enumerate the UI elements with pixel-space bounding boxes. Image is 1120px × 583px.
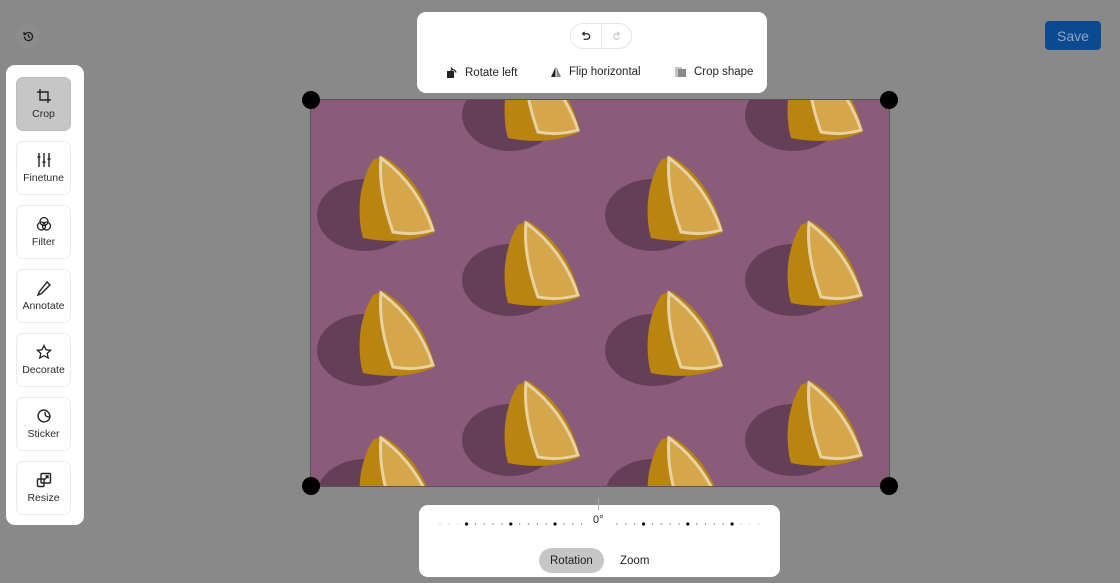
dial-tick [749, 523, 751, 525]
dial-tick [616, 523, 618, 525]
dial-tick [439, 523, 441, 525]
dial-tick [553, 522, 557, 526]
redo-icon [613, 30, 620, 40]
dial-tick [695, 523, 698, 525]
dial-tick [641, 522, 646, 526]
dial-tick [580, 523, 583, 525]
dial-tick [518, 523, 521, 525]
rotate-left-button[interactable]: Rotate left [446, 66, 517, 79]
sidebar-item-annotate[interactable]: Annotate [16, 269, 71, 323]
dial-tick [457, 523, 459, 525]
dial-tick [678, 523, 680, 525]
undo-redo-group [570, 23, 632, 49]
sidebar-item-sticker[interactable]: Sticker [16, 397, 71, 451]
dial-tick [757, 523, 760, 525]
dial-tick [740, 523, 742, 525]
flip-horizontal-button[interactable]: Flip horizontal [550, 66, 641, 78]
crop-shape-button[interactable]: Crop shape [674, 66, 753, 78]
dial-tick [509, 522, 513, 526]
flip-horizontal-icon [551, 67, 561, 77]
history-icon [22, 31, 33, 41]
dial-tick [492, 523, 494, 525]
tab-zoom[interactable]: Zoom [609, 548, 660, 573]
lemon [462, 380, 580, 476]
rotate-left-label: Rotate left [465, 66, 518, 79]
sidebar-item-resize[interactable]: Resize [16, 461, 71, 515]
dial-tick [625, 523, 627, 525]
dial-tick [545, 523, 547, 525]
lemon-image [317, 100, 863, 486]
crop-shape-icon [675, 67, 686, 77]
sidebar-item-decorate[interactable]: Decorate [16, 333, 71, 387]
lemon [606, 435, 715, 486]
crop-handle-bottom-left[interactable] [302, 477, 320, 495]
undo-icon [582, 30, 591, 40]
dial-tick [572, 523, 574, 525]
crop-toolbar: Rotate left Flip horizontal Crop shape [417, 12, 767, 93]
sidebar-item-crop[interactable]: Crop [16, 77, 71, 131]
dial-tick [669, 523, 671, 525]
dial-tick [536, 523, 539, 525]
image-canvas[interactable] [310, 99, 890, 487]
crop-handle-top-right[interactable] [880, 91, 898, 109]
lemon [745, 220, 863, 316]
dial-tick [474, 523, 477, 525]
sidebar-item-label: Decorate [22, 364, 65, 376]
dial-tick [651, 523, 654, 525]
dial-tick [634, 523, 636, 525]
crop-handle-bottom-right[interactable] [880, 477, 898, 495]
lemon [605, 290, 723, 386]
dial-indicator [598, 498, 599, 510]
lemon [605, 155, 723, 251]
resize-icon [36, 472, 51, 488]
sidebar-item-label: Resize [27, 492, 60, 504]
pencil-icon [36, 280, 51, 296]
dial-tick [464, 522, 469, 526]
lemon [317, 155, 435, 251]
sidebar-item-label: Sticker [27, 428, 60, 440]
lemon [462, 100, 580, 151]
sidebar-item-label: Crop [32, 108, 55, 120]
sliders-icon [37, 153, 50, 167]
dial-tick [563, 523, 565, 525]
dial-tick [722, 523, 724, 525]
crop-icon [36, 89, 51, 103]
filter-circles-icon [36, 216, 51, 231]
sidebar-item-filter[interactable]: Filter [16, 205, 71, 259]
sidebar-item-label: Annotate [22, 300, 65, 312]
undo-button[interactable] [571, 24, 601, 48]
sticker-icon [36, 409, 51, 423]
save-button[interactable]: Save [1045, 21, 1101, 50]
dial-tick [448, 523, 450, 525]
dial-tick [686, 522, 690, 526]
lemon [317, 290, 435, 386]
flip-horizontal-label: Flip horizontal [569, 66, 641, 78]
crop-shape-label: Crop shape [694, 66, 754, 78]
tab-rotation[interactable]: Rotation [539, 548, 604, 573]
lemon [462, 220, 580, 316]
dial-tick [527, 523, 530, 525]
rotate-left-icon [447, 67, 457, 78]
lemon [318, 435, 427, 486]
tool-sidebar: Crop Finetune Filter Annotate Decorate S… [6, 65, 84, 525]
star-icon [35, 344, 52, 360]
dial-tick [483, 523, 485, 525]
rotation-panel: 0° Rotation Zoom [419, 498, 780, 577]
dial-tick [660, 523, 662, 525]
dial-tick [730, 522, 734, 526]
crop-handle-top-left[interactable] [302, 91, 320, 109]
lemon [745, 380, 863, 476]
dial-tick [501, 523, 503, 525]
rotation-value: 0° [593, 514, 604, 526]
dial-tick [713, 523, 716, 525]
history-button[interactable] [15, 23, 41, 49]
dial-tick [704, 523, 707, 525]
sidebar-item-finetune[interactable]: Finetune [16, 141, 71, 195]
sidebar-item-label: Filter [31, 236, 56, 248]
lemon [745, 100, 863, 151]
sidebar-item-label: Finetune [23, 172, 64, 184]
redo-button[interactable] [600, 24, 632, 48]
